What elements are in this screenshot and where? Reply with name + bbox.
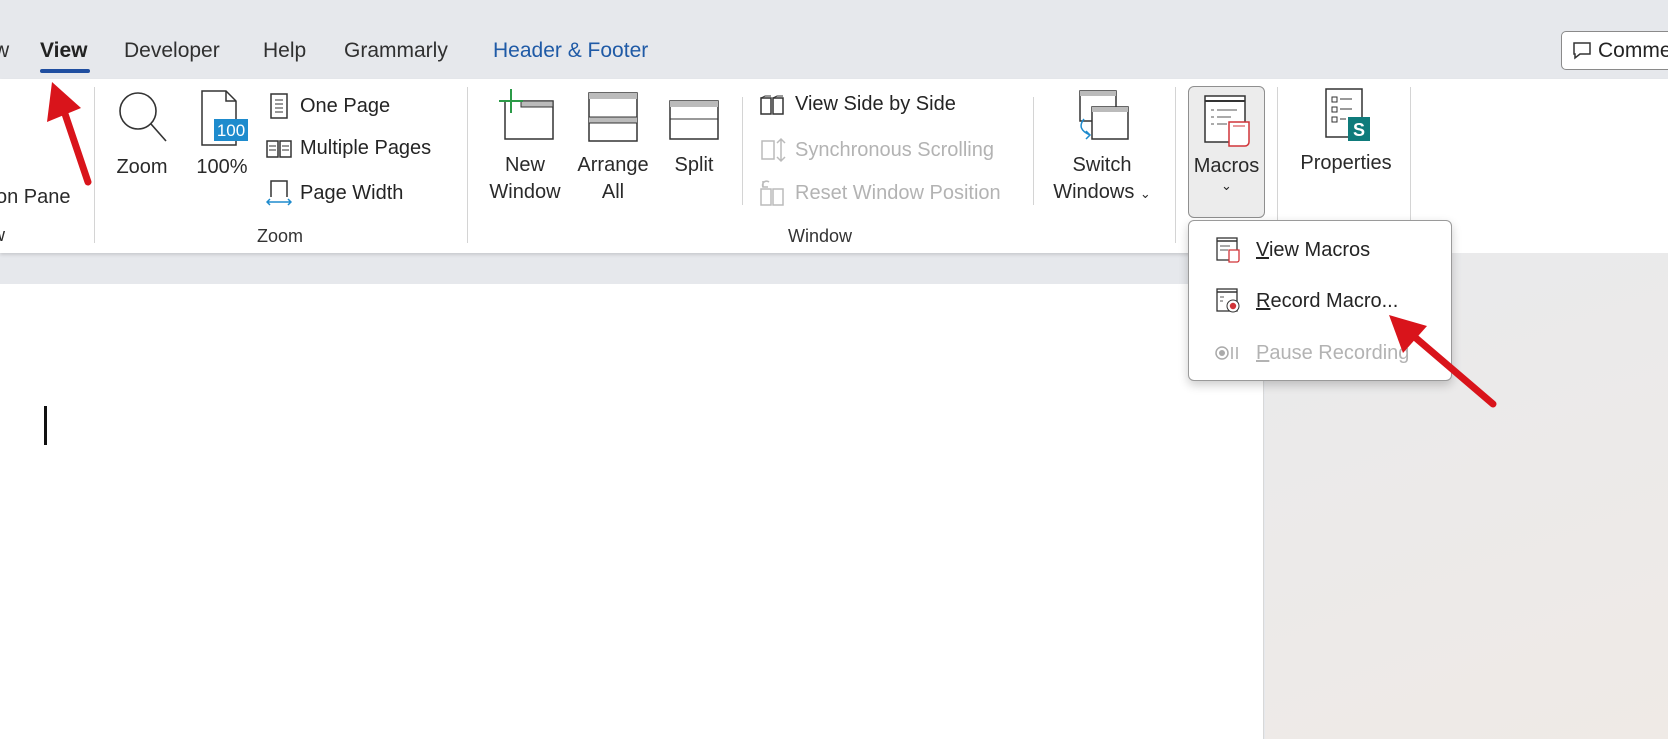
split-icon [669, 100, 719, 140]
group-label-zoom: Zoom [256, 226, 304, 246]
menu-item-pause-recording: Pause Recording [1189, 330, 1451, 376]
chevron-down-icon: ⌄ [1221, 178, 1232, 193]
zoom-button[interactable]: Zoom [112, 89, 172, 179]
separator [742, 97, 743, 205]
switch-windows-label: Switch Windows ⌄ [1053, 154, 1151, 203]
reset-window-position-button: Reset Window Position [759, 179, 1001, 207]
page-width-label: Page Width [300, 181, 404, 204]
sync-scroll-icon [761, 137, 786, 163]
magnifier-icon [119, 92, 167, 142]
multiple-pages-icon [266, 139, 292, 158]
menu-item-record-macro[interactable]: Record Macro... [1189, 278, 1451, 324]
one-page-button[interactable]: One Page [266, 93, 390, 119]
reset-window-label: Reset Window Position [795, 181, 1001, 204]
arrange-all-label: Arrange All [577, 154, 649, 203]
new-window-button[interactable]: New Window [485, 87, 565, 206]
sync-scrolling-label: Synchronous Scrolling [795, 138, 994, 161]
pause-recording-label: Pause Recording [1256, 341, 1410, 364]
multiple-pages-label: Multiple Pages [300, 137, 432, 159]
separator [467, 87, 468, 243]
record-macro-icon [1216, 288, 1240, 313]
reset-window-icon [760, 180, 784, 206]
macros-label: Macros [1193, 155, 1260, 177]
switch-windows-icon [1079, 90, 1129, 140]
view-macros-label: View Macros [1256, 238, 1371, 261]
tab-developer[interactable]: Developer [124, 39, 220, 63]
active-tab-indicator [40, 69, 90, 73]
menu-item-view-macros[interactable]: View Macros [1189, 227, 1451, 273]
properties-label: Properties [1300, 152, 1392, 174]
text-cursor [44, 406, 47, 445]
pause-recording-icon [1215, 346, 1238, 360]
comment-icon [1573, 41, 1591, 60]
view-side-by-side-label: View Side by Side [795, 93, 956, 115]
tab-view[interactable]: View [40, 39, 87, 63]
tab-help[interactable]: Help [263, 39, 306, 63]
multiple-pages-button[interactable]: Multiple Pages [266, 137, 431, 160]
zoom-100-button[interactable]: 100 100% [193, 89, 251, 179]
separator [1175, 87, 1176, 243]
sharepoint-badge: S [1353, 120, 1365, 140]
tab-grammarly[interactable]: Grammarly [344, 39, 448, 63]
new-window-label: New Window [489, 154, 561, 203]
comments-button[interactable]: Comme [1561, 31, 1668, 70]
page-width-icon [266, 180, 292, 206]
page-width-button[interactable]: Page Width [266, 179, 403, 207]
comments-label: Comme [1598, 38, 1668, 62]
view-macros-icon [1216, 237, 1240, 263]
tab-header-footer[interactable]: Header & Footer [493, 39, 648, 63]
macros-button[interactable]: Macros ⌄ [1188, 86, 1265, 218]
split-label: Split [674, 154, 714, 176]
macros-dropdown-menu: View Macros Record Macro... Pause Record… [1188, 220, 1452, 381]
new-window-icon [499, 89, 554, 140]
one-page-icon [270, 93, 288, 119]
arrange-all-button[interactable]: Arrange All [573, 87, 653, 206]
zoom-label: Zoom [116, 156, 168, 178]
chevron-down-icon: ⌄ [1139, 186, 1151, 201]
separator [1033, 97, 1034, 205]
one-page-label: One Page [300, 94, 391, 117]
zoom-100-label: 100% [196, 156, 248, 178]
properties-icon: S [1325, 88, 1370, 141]
group-label-window: Window [787, 226, 853, 246]
side-by-side-icon [760, 95, 784, 115]
group-label-show: w [0, 225, 5, 246]
arrange-all-icon [588, 92, 638, 142]
separator [94, 87, 95, 243]
split-button[interactable]: Split [664, 87, 724, 179]
macros-icon [1203, 95, 1250, 147]
record-macro-label: Record Macro... [1256, 289, 1399, 312]
synchronous-scrolling-button: Synchronous Scrolling [759, 137, 994, 163]
properties-button[interactable]: S Properties [1290, 87, 1402, 175]
switch-windows-button[interactable]: Switch Windows ⌄ [1052, 87, 1152, 207]
navigation-pane-button[interactable]: on Pane [0, 186, 71, 209]
page-100-icon: 100 [201, 90, 248, 146]
badge-100: 100 [217, 121, 245, 140]
tab-review-partial[interactable]: w [0, 39, 9, 63]
document-page[interactable] [0, 284, 1264, 739]
view-side-by-side-button[interactable]: View Side by Side [759, 93, 956, 116]
